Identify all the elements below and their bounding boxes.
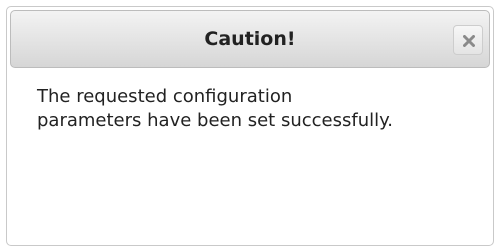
dialog-message: The requested configuration parameters h… (37, 86, 393, 131)
close-button[interactable] (453, 25, 483, 55)
close-icon (463, 35, 475, 47)
dialog-titlebar: Caution! (10, 10, 490, 68)
caution-dialog: Caution! The requested configuration par… (6, 6, 494, 246)
dialog-title: Caution! (204, 28, 296, 50)
